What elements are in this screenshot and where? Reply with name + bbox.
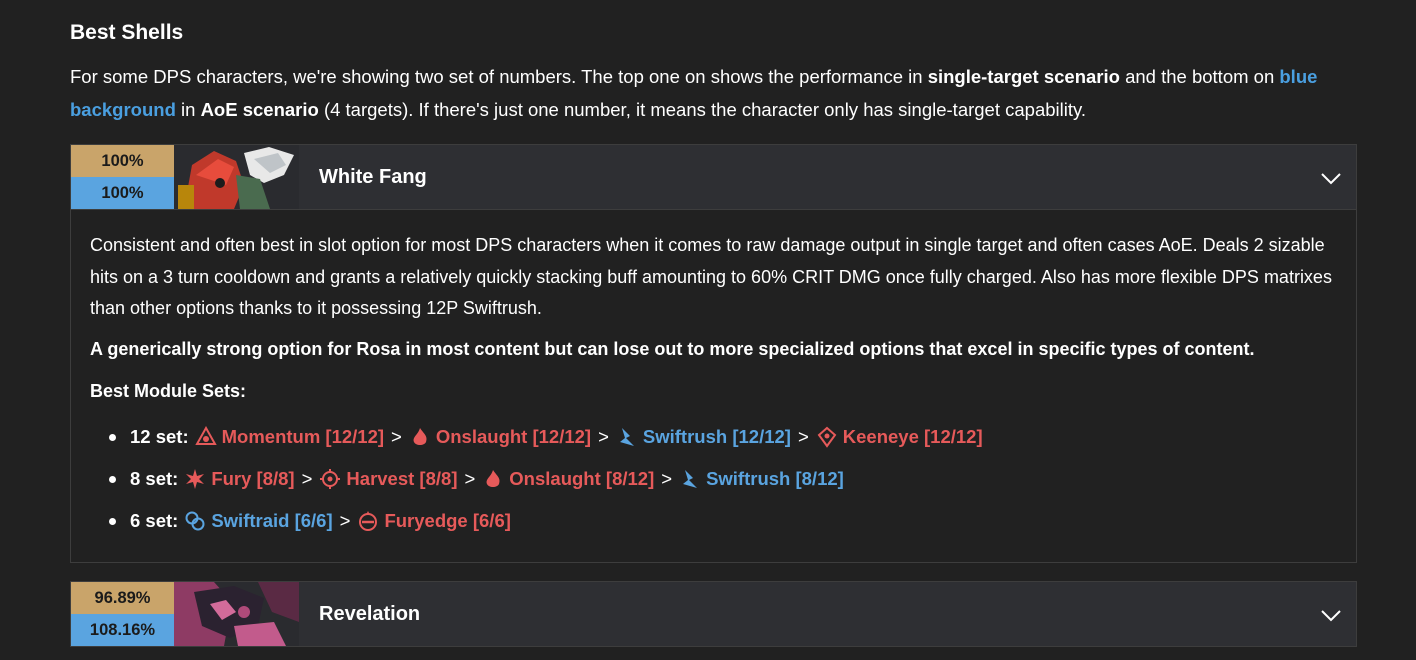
shell-name: Revelation (319, 602, 421, 625)
module-set-item: 6 set: Swiftraid [6/6] > Furyedge [6/6] (90, 500, 1337, 542)
separator: > (464, 467, 476, 489)
module-sets-list: 12 set: Momentum [12/12] > Onslaught [12… (90, 416, 1337, 542)
module-link[interactable]: Onslaught [12/12] (409, 426, 591, 448)
module-link[interactable]: Onslaught [8/12] (482, 468, 654, 490)
module-link[interactable]: Swiftrush [12/12] (616, 426, 791, 448)
module-link[interactable]: Furyedge [6/6] (357, 510, 511, 532)
shell-card-revelation: 96.89% 108.16% Revelation (70, 581, 1357, 647)
furyedge-icon (359, 510, 378, 531)
intro-part: (4 targets). If there's just one number,… (318, 99, 1087, 120)
module-link[interactable]: Harvest [8/8] (319, 468, 457, 490)
single-target-score: 100% (71, 145, 174, 177)
chevron-down-icon[interactable] (1320, 167, 1342, 189)
shell-card-white-fang: 100% 100% White Fang Consistent and ofte… (70, 144, 1357, 563)
module-link[interactable]: Keeneye [12/12] (816, 426, 983, 448)
swiftraid-icon (185, 511, 205, 530)
separator: > (339, 509, 351, 531)
chevron-down-icon[interactable] (1320, 604, 1342, 626)
shell-details: Consistent and often best in slot option… (71, 209, 1356, 562)
score-box: 96.89% 108.16% (71, 582, 174, 646)
swiftrush-icon (683, 469, 698, 488)
intro-part: For some DPS characters, we're showing t… (70, 66, 928, 87)
onslaught-icon (413, 427, 427, 445)
separator: > (661, 467, 673, 489)
shell-portrait (174, 145, 299, 209)
section-title: Best Shells (70, 21, 184, 44)
separator: > (598, 425, 609, 447)
separator: > (797, 425, 809, 447)
set-label: 8 set: (130, 467, 179, 489)
module-link[interactable]: Momentum [12/12] (194, 425, 384, 448)
module-sets-label: Best Module Sets: (90, 380, 247, 401)
set-label: 6 set: (130, 509, 179, 531)
harvest-icon (320, 468, 341, 489)
intro-bold-aoe: AoE scenario (200, 99, 319, 120)
single-target-score: 96.89% (71, 582, 174, 614)
shell-portrait (174, 582, 299, 646)
module-link[interactable]: Swiftraid [6/6] (184, 510, 333, 532)
momentum-icon (194, 425, 217, 445)
aoe-score: 100% (71, 177, 174, 209)
shell-note: A generically strong option for Rosa in … (90, 338, 1255, 359)
onslaught-icon (486, 469, 500, 487)
score-box: 100% 100% (71, 145, 174, 209)
module-link[interactable]: Fury [8/8] (184, 468, 295, 490)
shell-name: White Fang (319, 165, 427, 188)
intro-part: in (175, 99, 201, 120)
intro-bold-single: single-target scenario (927, 66, 1120, 87)
fury-icon (186, 468, 205, 489)
module-link[interactable]: Swiftrush [8/12] (679, 468, 844, 490)
intro-text: For some DPS characters, we're showing t… (70, 60, 1360, 126)
separator: > (391, 425, 402, 447)
module-set-item: 8 set: Fury [8/8] > Harvest [8/8] > Onsl… (90, 458, 1337, 500)
intro-part: and the bottom on (1119, 66, 1280, 87)
shell-header[interactable]: 100% 100% White Fang (71, 145, 1356, 209)
separator: > (301, 467, 313, 489)
keeneye-icon (817, 426, 837, 448)
aoe-score: 108.16% (71, 614, 174, 646)
module-set-item: 12 set: Momentum [12/12] > Onslaught [12… (90, 416, 1337, 458)
set-label: 12 set: (130, 425, 189, 447)
swiftrush-icon (619, 427, 634, 446)
shell-header[interactable]: 96.89% 108.16% Revelation (71, 582, 1356, 646)
shell-description: Consistent and often best in slot option… (90, 235, 1332, 318)
